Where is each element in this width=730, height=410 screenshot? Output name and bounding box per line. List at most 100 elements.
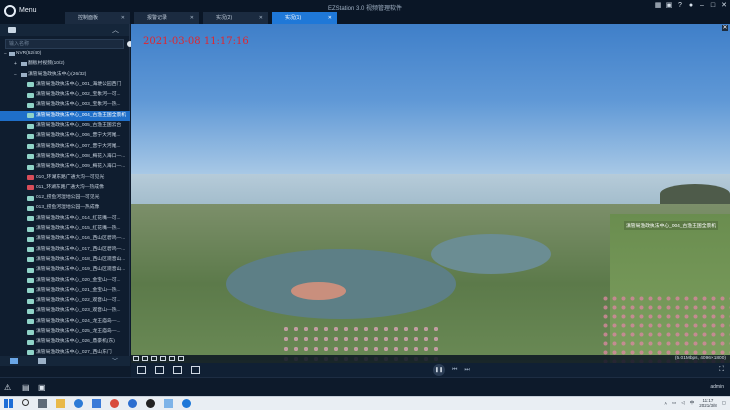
layout-custom-icon[interactable] <box>191 366 200 374</box>
tray-chevron-icon[interactable]: ˄ <box>664 401 667 406</box>
alarm-icon[interactable]: ⚠ <box>4 383 11 392</box>
collapse-icon[interactable]: − <box>14 70 17 80</box>
tab-live-2[interactable]: 实况(2) ✕ <box>203 12 268 24</box>
layout-grid-icon[interactable] <box>155 366 164 374</box>
help-icon[interactable]: ? <box>676 2 684 10</box>
tab-control-panel[interactable]: 控制面板 ✕ <box>65 12 130 24</box>
task-view-icon[interactable] <box>38 399 47 408</box>
tree-camera-item[interactable]: 013_捞鱼河湿地公园—热成像 <box>0 203 130 213</box>
tree-camera-item[interactable]: 滇管局渔政执法中心_024_龙王庙岛—... <box>0 317 130 327</box>
tree-camera-item[interactable]: 011_环湖东路广通大沟—热成像 <box>0 183 130 193</box>
tree-camera-item[interactable]: 滇管局渔政执法中心_001_海埂公园西门 <box>0 80 130 90</box>
app-logo-icon[interactable] <box>4 5 16 17</box>
tree-camera-item[interactable]: 滇管局渔政执法中心_018_西山区观音山... <box>0 255 130 265</box>
close-icon[interactable]: ✕ <box>259 12 263 24</box>
tree-camera-item[interactable]: 010_环湖东路广通大沟—可见光 <box>0 173 130 183</box>
tree-camera-item[interactable]: 滇管局渔政执法中心_002_宝象河—可... <box>0 90 130 100</box>
close-icon[interactable]: ✕ <box>190 12 194 24</box>
camera-icon <box>27 288 34 294</box>
close-icon[interactable]: ✕ <box>328 12 332 24</box>
clock[interactable]: 11:17 2021/3/8 <box>699 398 717 408</box>
tree-camera-item[interactable]: 滇管局渔政执法中心_017_西山区碧鸡—... <box>0 245 130 255</box>
layout-single-icon[interactable] <box>173 366 182 374</box>
record-icon[interactable] <box>142 356 148 361</box>
network-icon[interactable]: ▭ <box>672 400 676 406</box>
fullscreen-icon[interactable]: ⛶ <box>719 366 724 374</box>
ezstation-taskbar-icon[interactable] <box>182 399 191 408</box>
tree-group[interactable]: + 翻板村视频(10/2) <box>0 59 130 69</box>
notification-icon[interactable]: ▢ <box>722 400 726 406</box>
maximize-icon[interactable]: □ <box>709 2 717 10</box>
app-icon[interactable] <box>164 399 173 408</box>
camera-icon <box>27 133 34 139</box>
user-icon[interactable]: ● <box>687 2 695 10</box>
collapse-icon[interactable]: − <box>4 49 7 59</box>
media-icon[interactable] <box>146 399 155 408</box>
tab-strip: 控制面板 ✕ 报警记录 ✕ 实况(2) ✕ 实况(1) ✕ <box>65 12 337 24</box>
tree-camera-item[interactable]: 滇管局渔政执法中心_003_宝象河—热... <box>0 100 130 110</box>
tree-item-label: 滇管局渔政执法中心_019_西山区观音山... <box>36 267 126 273</box>
search-icon[interactable] <box>22 399 29 406</box>
tree-camera-item[interactable]: 滇管局渔政执法中心_009_梅花入海口—... <box>0 162 130 172</box>
ptz-icon[interactable] <box>160 356 166 361</box>
tree-camera-item[interactable]: 滇管局渔政执法中心_015_红花嘴—热... <box>0 224 130 234</box>
device-list-icon[interactable] <box>10 358 18 364</box>
windows-start-icon[interactable] <box>4 399 13 408</box>
log-icon[interactable]: ▤ <box>22 383 30 392</box>
tree-camera-item[interactable]: 滇管局渔政执法中心_016_西山区碧鸡—... <box>0 234 130 244</box>
volume-icon[interactable]: ◁ <box>681 400 684 406</box>
live-video-view[interactable]: 2021-03-08 11:17:16 滇管局渔政执法中心_004_古渔王国全景… <box>131 24 730 363</box>
tree-camera-item[interactable]: 滇管局渔政执法中心_020_金宝山—可... <box>0 276 130 286</box>
view-list-icon[interactable] <box>38 358 46 364</box>
tree-camera-item[interactable]: 012_捞鱼河湿地公园—可见光 <box>0 193 130 203</box>
device-icon[interactable]: ▣ <box>38 383 46 392</box>
tree-camera-item[interactable]: 滇管局渔政执法中心_004_古渔王国全景机 <box>0 110 130 122</box>
layout-list-icon[interactable] <box>137 366 146 374</box>
close-icon[interactable]: ✕ <box>121 12 125 24</box>
close-icon[interactable]: ✕ <box>720 2 728 10</box>
tree-camera-item[interactable]: 滇管局渔政执法中心_008_梅花入海口—... <box>0 152 130 162</box>
audio-icon[interactable] <box>169 356 175 361</box>
browser-icon[interactable] <box>128 399 137 408</box>
camera-icon <box>27 267 34 273</box>
close-view-icon[interactable]: ✕ <box>722 25 728 31</box>
tree-camera-item[interactable]: 滇管局渔政执法中心_025_龙王庙岛—... <box>0 327 130 337</box>
tree-camera-item[interactable]: 滇管局渔政执法中心_007_晋宁大河尾... <box>0 142 130 152</box>
tree-camera-item[interactable]: 滇管局渔政执法中心_023_观音山—热... <box>0 306 130 316</box>
snapshot-icon[interactable] <box>133 356 139 361</box>
expand-icon[interactable]: + <box>14 59 17 69</box>
tab-live-1[interactable]: 实况(1) ✕ <box>272 12 337 24</box>
tree-camera-item[interactable]: 滇管局渔政执法中心_006_晋宁大河尾... <box>0 131 130 141</box>
grid-icon[interactable]: ▦ <box>654 2 662 10</box>
next-icon[interactable]: ⏭ <box>464 367 469 374</box>
settings-icon[interactable] <box>178 356 184 361</box>
tree-item-label: 滇管局渔政执法中心_014_红花嘴—可... <box>36 215 121 221</box>
chevron-up-icon[interactable]: ︿ <box>112 25 119 35</box>
tree-camera-item[interactable]: 滇管局渔政执法中心_026_鼎豪机(东) <box>0 337 130 347</box>
tree-camera-item[interactable]: 滇管局渔政执法中心_019_西山区观音山... <box>0 265 130 275</box>
menu-button[interactable]: Menu <box>19 7 37 14</box>
chevron-down-icon[interactable]: ﹀ <box>112 356 118 365</box>
video-toolbar-icons <box>133 356 184 361</box>
previous-icon[interactable]: ⏮ <box>452 367 457 374</box>
device-search-input[interactable]: 输入名称 <box>5 39 133 49</box>
minimize-icon[interactable]: – <box>698 2 706 10</box>
tree-camera-item[interactable]: 滇管局渔政执法中心_021_金宝山—热... <box>0 286 130 296</box>
pause-button[interactable]: ❚❚ <box>433 364 445 376</box>
windows-taskbar: ˄ ▭ ◁ 中 11:17 2021/3/8 ▢ <box>0 396 730 410</box>
tree-camera-item[interactable]: 滇管局渔政执法中心_022_观音山—可... <box>0 296 130 306</box>
app-icon[interactable] <box>92 399 101 408</box>
tree-item-label: 滇管局渔政执法中心_020_金宝山—可... <box>36 277 121 283</box>
edge-icon[interactable] <box>74 399 83 408</box>
tab-alarm-records[interactable]: 报警记录 ✕ <box>134 12 199 24</box>
file-explorer-icon[interactable] <box>56 399 65 408</box>
tree-camera-item[interactable]: 滇管局渔政执法中心_005_古渔王国云台 <box>0 121 130 131</box>
tree-group[interactable]: − 滇管局渔政执法中心(26/32) <box>0 70 130 80</box>
tree-camera-item[interactable]: 滇管局渔政执法中心_014_红花嘴—可... <box>0 214 130 224</box>
chrome-icon[interactable] <box>110 399 119 408</box>
tree-root-nvr[interactable]: − NVR(52/40) <box>0 49 130 59</box>
zoom-icon[interactable] <box>151 356 157 361</box>
lock-icon[interactable]: ▣ <box>665 2 673 10</box>
tree-item-label: 010_环湖东路广通大沟—可见光 <box>36 174 105 180</box>
language-icon[interactable]: 中 <box>690 400 695 406</box>
